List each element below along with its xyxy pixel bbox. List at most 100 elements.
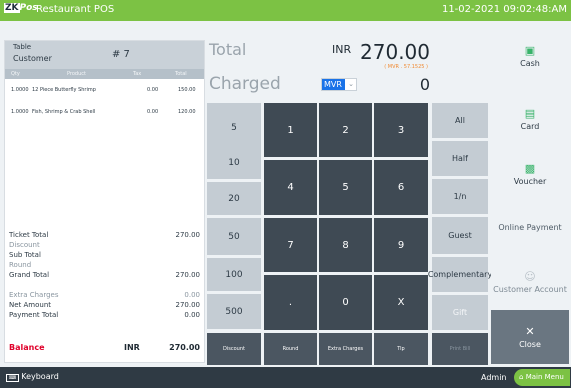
amount-display: Total INR 270.00 ( MVR . 57.1525 ) Charg… (207, 40, 432, 98)
quick-amount-10[interactable]: 10 (207, 146, 261, 179)
card-label: Card (520, 122, 540, 131)
cash-button[interactable]: ▣ Cash (491, 24, 569, 89)
quick-amount-50[interactable]: 50 (207, 218, 261, 255)
ticket-items: 1.0000 12 Piece Butterfly Shrimp 0.00 15… (5, 85, 204, 129)
title-bar: ZKPos Restaurant POS 11-02-2021 09:02:48… (0, 0, 571, 21)
key-clear[interactable]: X (374, 275, 428, 330)
total-discount: Discount (9, 241, 40, 249)
pos-screen: ZKPos Restaurant POS 11-02-2021 09:02:48… (0, 0, 571, 388)
key-5[interactable]: 5 (319, 160, 372, 215)
quick-amount-500[interactable]: 500 (207, 294, 261, 329)
item-product: 12 Piece Butterfly Shrimp (32, 87, 96, 93)
total-currency: INR (332, 43, 352, 56)
item-qty: 1.0000 (11, 109, 29, 115)
totals-spacer (5, 280, 204, 290)
split-1n-button[interactable]: 1/n (432, 179, 488, 214)
split-all-button[interactable]: All (432, 103, 488, 138)
admin-user: Admin (481, 373, 507, 382)
balance-label: Balance (9, 343, 45, 352)
gift-button[interactable]: Gift (432, 295, 488, 330)
balance-currency: INR (124, 343, 140, 352)
charged-value: 0 (419, 75, 430, 94)
quick-amount-100[interactable]: 100 (207, 258, 261, 291)
total-label: Total (209, 40, 247, 59)
customer-account-button[interactable]: ☺ Customer Account (491, 257, 569, 307)
col-qty: Qty (11, 71, 20, 77)
total-grand-total: Grand Total 270.00 (9, 271, 200, 279)
table-label: Table (13, 43, 32, 51)
key-8[interactable]: 8 (319, 218, 372, 272)
total-payment-total: Payment Total 0.00 (9, 311, 200, 319)
app-title: Restaurant POS (36, 4, 115, 15)
keyboard-label: Keyboard (21, 372, 59, 381)
customer-account-label: Customer Account (493, 284, 567, 294)
item-total: 150.00 (178, 87, 196, 93)
split-half-button[interactable]: Half (432, 141, 488, 176)
table-number: # 7 (112, 49, 130, 60)
tip-button[interactable]: Tip (374, 333, 428, 365)
item-tax: 0.00 (147, 109, 159, 115)
chevron-down-icon: ⌄ (348, 80, 354, 88)
converted-amount: ( MVR . 57.1525 ) (384, 64, 428, 70)
col-total: Total (175, 71, 187, 77)
key-7[interactable]: 7 (264, 218, 317, 272)
voucher-label: Voucher (513, 176, 547, 186)
currency-selected: MVR (322, 79, 345, 90)
voucher-icon: ▩ (524, 161, 536, 175)
col-tax: Tax (133, 71, 142, 77)
cash-label: Cash (520, 59, 540, 68)
col-product: Product (67, 71, 86, 77)
table-info[interactable]: Table Customer # 7 (5, 41, 204, 69)
key-6[interactable]: 6 (374, 160, 428, 215)
key-decimal[interactable]: . (264, 275, 317, 330)
balance-value: 270.00 (169, 343, 200, 352)
app-logo: ZKPos (4, 3, 38, 13)
guest-button[interactable]: Guest (432, 217, 488, 254)
voucher-button[interactable]: ▩ Voucher (491, 150, 569, 198)
key-9[interactable]: 9 (374, 218, 428, 272)
main-menu-label: Main Menu (525, 373, 564, 381)
card-icon: ▤ (524, 107, 536, 120)
datetime: 11-02-2021 09:02:48:AM (441, 4, 567, 15)
ticket-totals: Ticket Total 270.00 Discount Sub Total Ro… (5, 230, 204, 320)
key-0[interactable]: 0 (319, 275, 372, 330)
close-button[interactable]: ✕ Close (491, 310, 569, 364)
item-total: 120.00 (178, 109, 196, 115)
ticket-item-row[interactable]: 1.0000 Fish, Shrimp & Crab Shell 0.00 12… (5, 107, 204, 129)
key-1[interactable]: 1 (264, 103, 317, 157)
close-icon: ✕ (525, 324, 535, 338)
total-value: 270.00 (360, 40, 430, 64)
currency-select[interactable]: MVR ⌄ (321, 78, 357, 91)
charged-label: Charged (209, 74, 281, 94)
item-product: Fish, Shrimp & Crab Shell (32, 109, 96, 115)
key-4[interactable]: 4 (264, 160, 317, 215)
card-button[interactable]: ▤ Card (491, 92, 569, 147)
ticket-panel: Table Customer # 7 Qty Product Tax Total… (4, 40, 205, 363)
balance-row: Balance INR 270.00 (5, 341, 204, 355)
extra-charges-button[interactable]: Extra Charges (319, 333, 372, 365)
user-icon: ☺ (524, 269, 536, 283)
total-sub-total: Sub Total (9, 251, 41, 259)
item-tax: 0.00 (147, 87, 159, 93)
discount-button[interactable]: Discount (207, 333, 261, 365)
online-payment-button[interactable]: Online Payment (491, 201, 569, 254)
customer-label: Customer (13, 54, 52, 63)
online-payment-label: Online Payment (498, 223, 562, 232)
round-button[interactable]: Round (264, 333, 317, 365)
ticket-item-row[interactable]: 1.0000 12 Piece Butterfly Shrimp 0.00 15… (5, 85, 204, 107)
ticket-column-header: Qty Product Tax Total (5, 69, 204, 79)
total-ticket-total: Ticket Total 270.00 (9, 231, 200, 239)
status-bar: ⌨ Keyboard Admin ⌂ Main Menu (0, 367, 571, 388)
quick-amount-20[interactable]: 20 (207, 182, 261, 215)
print-bill-button[interactable]: Print Bill (432, 333, 488, 365)
complementary-button[interactable]: Complementary (428, 257, 492, 292)
key-2[interactable]: 2 (319, 103, 372, 157)
home-icon: ⌂ (519, 373, 524, 381)
main-menu-button[interactable]: ⌂ Main Menu (514, 369, 570, 386)
total-extra-charges: Extra Charges 0.00 (9, 291, 200, 299)
total-round: Round (9, 261, 32, 269)
key-3[interactable]: 3 (374, 103, 428, 157)
keyboard-button[interactable]: ⌨ Keyboard (6, 372, 59, 382)
item-qty: 1.0000 (11, 87, 29, 93)
cash-icon: ▣ (524, 44, 536, 57)
